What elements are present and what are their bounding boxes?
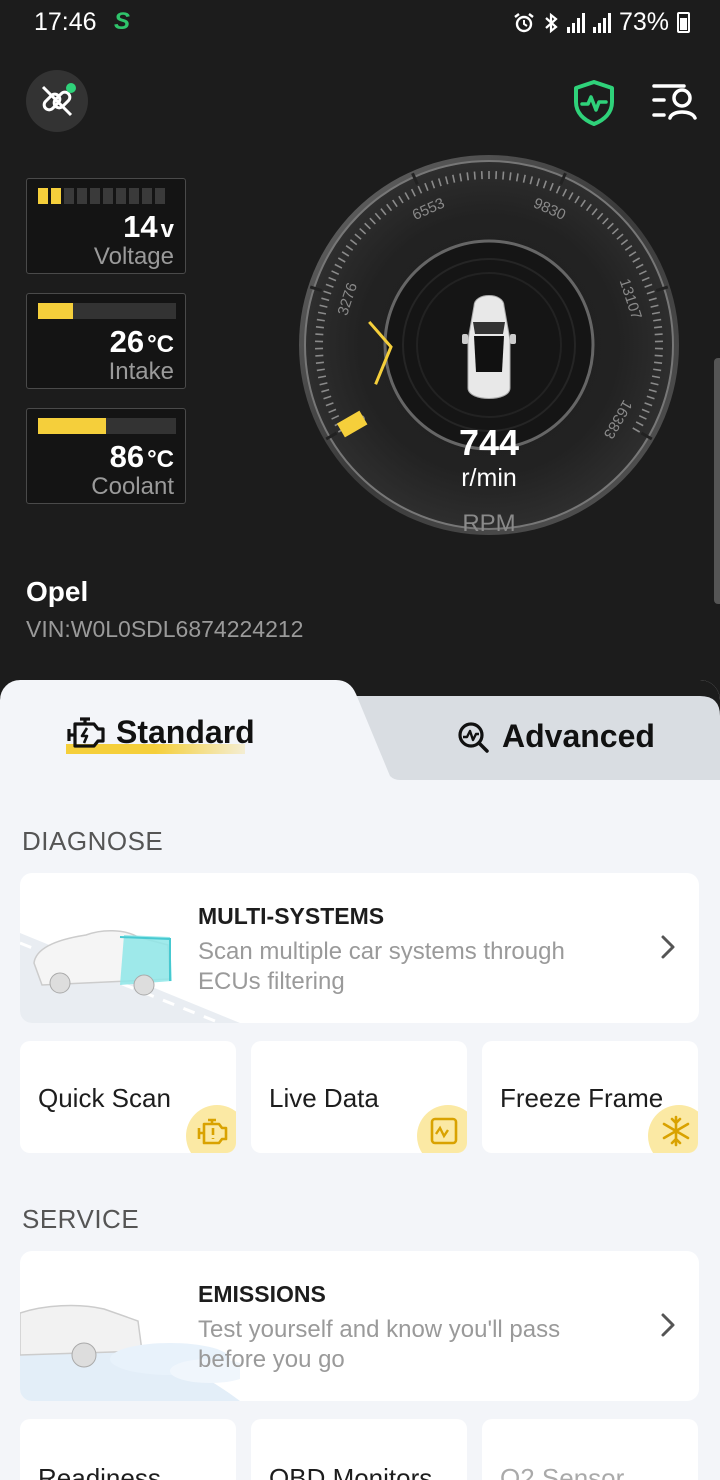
alarm-icon [514,12,534,32]
freeze-frame-card[interactable]: Freeze Frame [482,1041,698,1153]
live-chart-icon [430,1117,458,1145]
bluetooth-icon [545,12,558,33]
advanced-scan-icon [458,721,489,753]
connection-button[interactable] [26,70,88,132]
rpm-value: 744 [458,422,520,463]
chevron-right-icon [661,1313,675,1337]
voltage-sensor: 14 v Voltage [26,178,186,274]
o2-sensor-card[interactable]: O2 Sensor [482,1419,698,1480]
engine-alert-icon [197,1118,228,1145]
coolant-label: Coolant [91,473,174,500]
voltage-label: Voltage [93,243,174,270]
emissions-description: Test yourself and know you'll pass befor… [198,1316,561,1373]
live-data-badge [417,1105,467,1153]
rpm-gauge: 03276655398301310716383 744 r/min RPM [296,152,682,538]
gauge-minor-tick [315,326,324,329]
readiness-card[interactable]: Readiness [20,1419,236,1480]
status-bar: 17:46 S 73% [0,0,720,44]
voltage-segment [103,188,113,204]
voltage-segment [155,188,165,204]
edge-panel-handle[interactable] [714,358,720,604]
engine-bolt-icon [67,717,105,748]
voltage-segment [129,188,139,204]
gauge-minor-tick [473,171,476,180]
gauge-minor-tick [466,172,469,181]
rpm-unit: r/min [461,464,517,492]
tab-standard[interactable]: Standard [66,712,255,754]
gauge-minor-tick [315,354,324,357]
voltage-level-bar [38,188,176,204]
gauge-minor-tick [509,172,512,181]
status-time: 17:46 [34,8,97,36]
intake-label: Intake [108,358,174,385]
shield-pulse-icon [574,80,614,126]
signal-icon [566,12,585,33]
obd-monitors-card[interactable]: OBD Monitors [251,1419,467,1480]
gauge-minor-tick [315,333,324,336]
intake-value: 26 °C [109,324,174,359]
gauge-minor-tick [654,333,663,336]
obd-monitors-title: OBD Monitors [269,1463,433,1480]
section-diagnose-title: DIAGNOSE [22,826,164,856]
voltage-segment [77,188,87,204]
connection-status-dot [66,83,76,93]
coolant-value: 86 °C [109,439,174,474]
gauge-minor-tick [502,171,505,180]
gauge-minor-tick [654,326,663,329]
voltage-segment [38,188,48,204]
status-icons: 73% [513,8,690,37]
voltage-segment [51,188,61,204]
gauge-minor-tick [654,361,663,364]
tab-advanced-label: Advanced [502,718,655,754]
multi-systems-card[interactable]: MULTI-SYSTEMS Scan multiple car systems … [20,873,699,1023]
emissions-title: EMISSIONS [198,1281,326,1307]
function-sheet: Standard Advanced DIAGNOSE MULTI-SYSTEMS… [0,680,720,1480]
coolant-level-bar [38,418,176,434]
rpm-label: RPM [462,510,516,537]
voltage-segment [116,188,126,204]
coolant-level-fill [38,418,106,434]
quick-scan-card[interactable]: Quick Scan [20,1041,236,1153]
voltage-segment [142,188,152,204]
vehicle-vin: VIN:W0L0SDL6874224212 [26,616,304,642]
freeze-frame-title: Freeze Frame [500,1083,664,1113]
coolant-sensor: 86 °C Coolant [26,408,186,504]
voltage-segment [90,188,100,204]
intake-sensor: 26 °C Intake [26,293,186,389]
gauge-minor-tick [654,354,663,357]
multi-systems-title: MULTI-SYSTEMS [198,903,385,929]
battery-percent: 73% [618,8,669,36]
signal-icon-2 [592,12,611,33]
battery-icon [677,12,690,33]
snowflake-icon [662,1115,690,1147]
quick-scan-badge [186,1105,236,1153]
voltage-segment [64,188,74,204]
quick-scan-title: Quick Scan [38,1083,171,1113]
gauge-minor-tick [315,361,324,364]
multi-systems-description: Scan multiple car systems through ECUs f… [198,938,565,995]
tab-standard-label: Standard [116,713,255,750]
readiness-title: Readiness [38,1463,161,1480]
emissions-card[interactable]: EMISSIONS Test yourself and know you'll … [20,1251,699,1401]
o2-sensor-title: O2 Sensor [500,1463,625,1480]
intake-level-bar [38,303,176,319]
tab-advanced[interactable]: Advanced [456,718,655,755]
live-data-card[interactable]: Live Data [251,1041,467,1153]
intake-level-fill [38,303,73,319]
vehicle-name: Opel [26,576,89,607]
user-menu-button[interactable] [650,78,700,124]
voltage-value: 14 v [123,209,174,244]
chevron-right-icon [661,935,675,959]
health-shield-button[interactable] [568,76,620,128]
user-menu-icon [652,84,697,120]
live-data-title: Live Data [269,1083,379,1113]
section-service-title: SERVICE [22,1204,140,1234]
app-notification-icon: S [114,8,131,35]
